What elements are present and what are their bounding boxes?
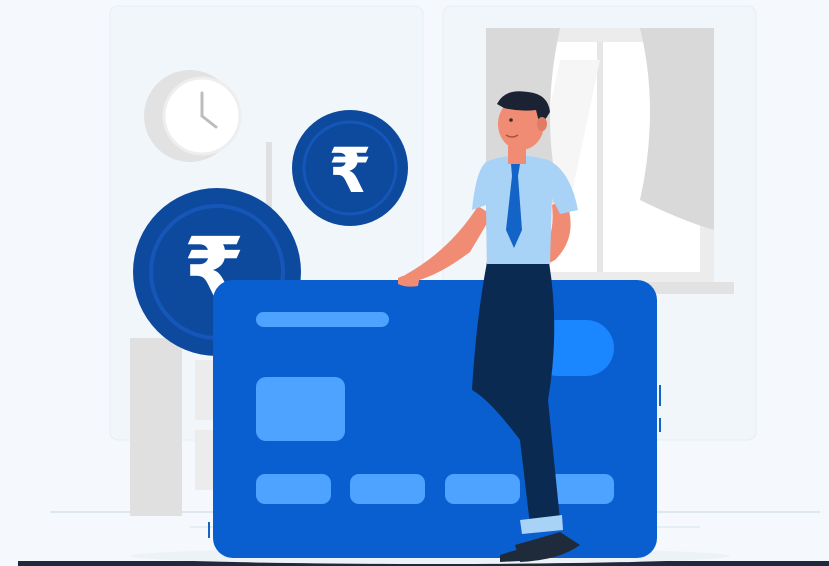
payment-card — [213, 280, 657, 558]
rupee-symbol-small: ₹ — [328, 134, 371, 207]
rupee-coin-small: ₹ — [292, 110, 408, 226]
illustration-scene: ₹ ₹ — [0, 0, 829, 566]
